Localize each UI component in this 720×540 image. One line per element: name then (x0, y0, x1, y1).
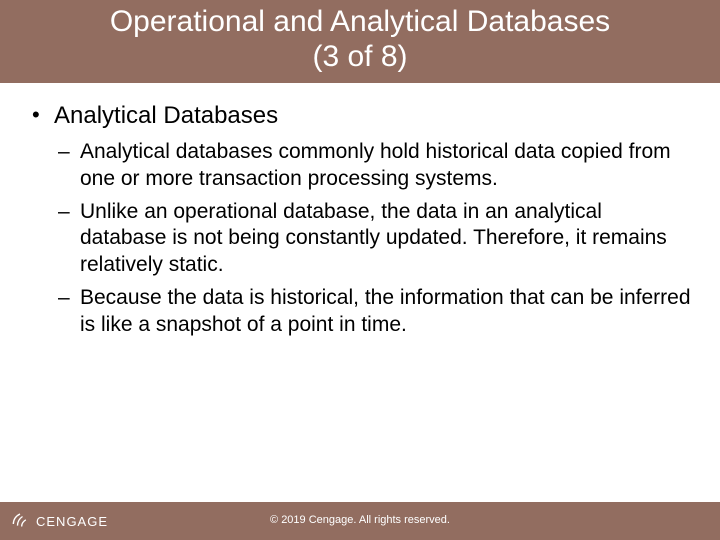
bullet-list-level-1: Analytical Databases Analytical database… (28, 101, 692, 339)
list-item: Unlike an operational database, the data… (54, 199, 692, 280)
footer-bar: CENGAGE © 2019 Cengage. All rights reser… (0, 502, 720, 540)
bullet-list-level-2: Analytical databases commonly hold histo… (54, 139, 692, 339)
copyright-text: © 2019 Cengage. All rights reserved. (0, 514, 720, 526)
list-item: Because the data is historical, the info… (54, 285, 692, 339)
list-item: Analytical Databases Analytical database… (28, 101, 692, 339)
list-item-label: Because the data is historical, the info… (80, 286, 691, 336)
list-item-label: Analytical databases commonly hold histo… (80, 140, 671, 190)
list-item-label: Unlike an operational database, the data… (80, 200, 667, 277)
title-band: Operational and Analytical Databases(3 o… (0, 0, 720, 83)
content-area: Analytical Databases Analytical database… (0, 83, 720, 339)
list-item-label: Analytical Databases (54, 102, 278, 129)
slide: Operational and Analytical Databases(3 o… (0, 0, 720, 540)
list-item: Analytical databases commonly hold histo… (54, 139, 692, 193)
slide-title: Operational and Analytical Databases(3 o… (0, 4, 720, 75)
